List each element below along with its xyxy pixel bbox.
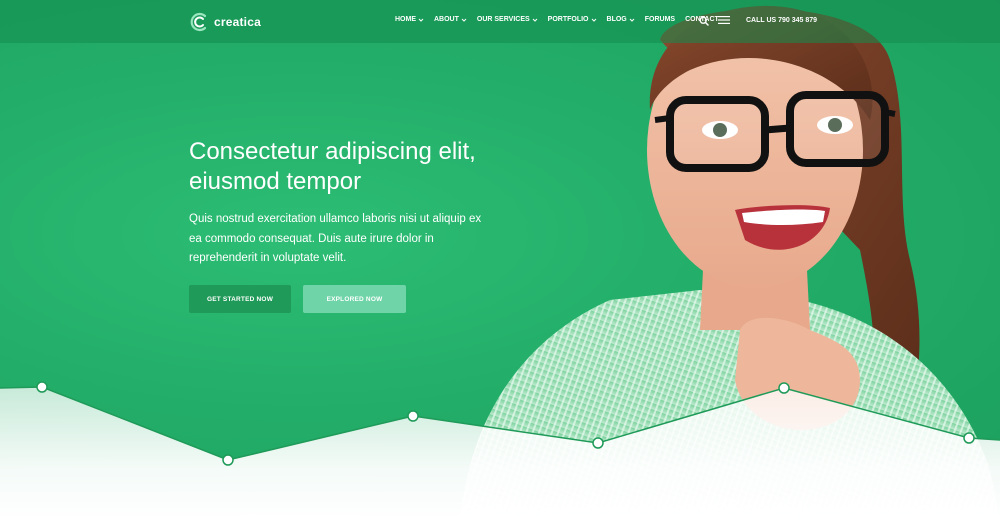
wave-node <box>592 437 604 449</box>
chevron-down-icon <box>418 18 424 22</box>
wave-node <box>407 410 419 422</box>
nav-item-home[interactable]: HOME <box>395 16 424 23</box>
nav-item-our-services[interactable]: OUR SERVICES <box>477 16 538 23</box>
wave-node <box>222 454 234 466</box>
nav-item-label: BLOG <box>606 16 627 23</box>
main-nav: HOME ABOUT OUR SERVICES PORTFOLIO BLOG F… <box>395 16 729 23</box>
nav-item-label: HOME <box>395 16 416 23</box>
search-icon[interactable] <box>699 16 709 26</box>
chevron-down-icon <box>461 18 467 22</box>
hero-description-line-1: Quis nostrud exercitation ullamco labori… <box>189 213 482 225</box>
hero-section: creatica HOME ABOUT OUR SERVICES PORTFOL… <box>0 0 1000 520</box>
hero-headline-line-1: Consectetur adipiscing elit, <box>189 138 476 165</box>
decorative-wave <box>0 381 1000 520</box>
hero-description-line-2: ea commodo consequat. Duis aute irure do… <box>189 232 434 245</box>
wave-node <box>963 432 975 444</box>
chevron-down-icon <box>532 18 538 22</box>
nav-item-portfolio[interactable]: PORTFOLIO <box>548 16 597 23</box>
get-started-button[interactable]: GET STARTED NOW <box>189 285 291 313</box>
hero-headline-line-2: eiusmod tempor <box>189 168 362 195</box>
hero-description-line-3: reprehenderit in voluptate velit. <box>189 252 347 264</box>
chevron-down-icon <box>629 18 635 22</box>
explore-button[interactable]: EXPLORED NOW <box>303 285 406 313</box>
nav-item-blog[interactable]: BLOG <box>607 16 635 23</box>
chevron-down-icon <box>591 18 596 22</box>
hero-headline: Consectetur adipiscing elit, eiusmod tem… <box>189 137 609 197</box>
nav-item-label: FORUMS <box>644 16 676 23</box>
logo-mark-icon <box>190 12 207 32</box>
nav-item-label: ABOUT <box>434 16 459 23</box>
nav-item-label: OUR SERVICES <box>476 16 530 23</box>
wave-node <box>36 381 48 393</box>
hero-description: Quis nostrud exercitation ullamco labori… <box>189 210 509 269</box>
wave-node <box>778 382 790 394</box>
brand-name: creatica <box>214 15 261 29</box>
nav-item-forums[interactable]: FORUMS <box>645 16 675 23</box>
nav-item-about[interactable]: ABOUT <box>434 16 467 23</box>
brand-logo[interactable]: creatica <box>190 12 261 32</box>
nav-item-label: PORTFOLIO <box>547 16 589 23</box>
hamburger-menu-icon[interactable] <box>718 15 730 25</box>
phone-number[interactable]: CALL US 790 345 879 <box>746 17 817 24</box>
